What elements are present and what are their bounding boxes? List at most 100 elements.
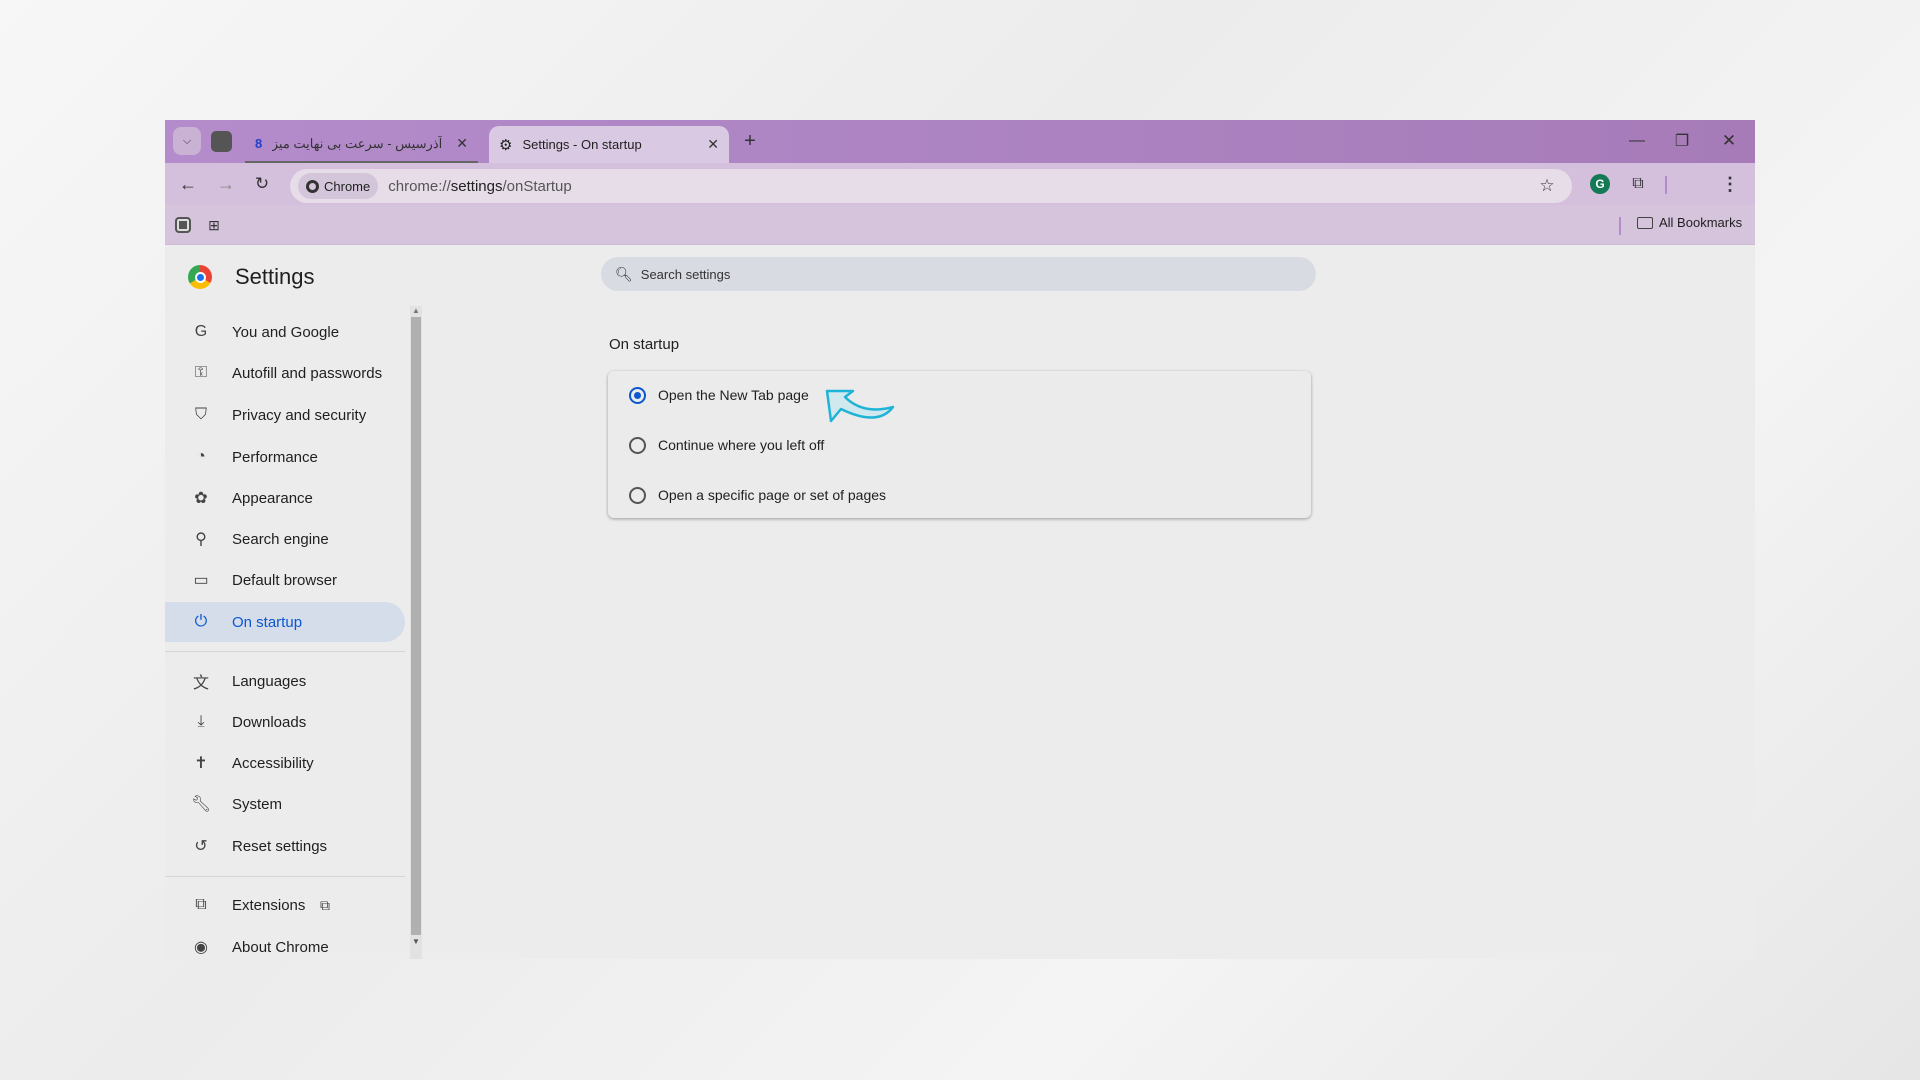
tab-group-icon[interactable] [211,131,232,152]
sidebar-item-about-chrome[interactable]: ◉ About Chrome [165,927,405,959]
address-bar[interactable]: Chrome chrome://settings/onStartup ☆ [290,169,1572,203]
wrench-icon: 🔧︎ [190,796,212,813]
sidebar-item-on-startup[interactable]: ⏻ On startup [165,602,405,642]
sidebar-item-languages[interactable]: 文 Languages [165,661,405,701]
option-label: Continue where you left off [658,437,825,453]
speedometer-icon: ◔ [196,448,206,465]
startup-options-card: Open the New Tab page Continue where you … [608,371,1311,518]
sidebar-item-label: Appearance [232,489,313,507]
close-window-button[interactable]: ✕ [1717,126,1741,156]
key-icon: ⚿ [194,364,208,381]
site-favicon-icon: 8 [255,136,263,151]
external-link-icon: ⧉ [320,896,330,913]
reload-button[interactable]: ↻ [251,171,273,197]
sidebar-item-label: Reset settings [232,837,328,855]
gear-icon: ⚙ [499,136,513,154]
sidebar-item-performance[interactable]: ◔ Performance [165,437,405,477]
chrome-icon [306,179,319,193]
site-chip[interactable]: Chrome [298,173,379,199]
sidebar-item-accessibility[interactable]: ✝ Accessibility [165,743,405,783]
sidebar-item-autofill-and-passwords[interactable]: ⚿ Autofill and passwords [165,353,405,393]
sidebar-divider [165,876,405,877]
search-icon: 🔍︎ [615,265,633,282]
close-tab-icon[interactable]: ✕ [707,136,719,153]
url-host: settings [450,177,503,195]
back-button[interactable]: ← [177,171,199,197]
chrome-icon: ◉ [194,939,208,956]
sidebar-item-label: Accessibility [232,754,314,772]
new-tab-button[interactable]: + [739,128,761,154]
scroll-up-arrow[interactable]: ▲ [410,306,422,315]
url-path: /onStartup [502,177,572,195]
minimize-button[interactable]: — [1625,126,1649,156]
sidebar-item-label: Autofill and passwords [232,364,383,382]
sidebar-scrollbar[interactable]: ▲ ▼ [410,306,422,959]
sidebar-item-label: About Chrome [232,938,329,956]
tab-title: Settings - On startup [522,137,642,152]
sidebar-item-you-and-google[interactable]: G You and Google [165,312,405,352]
browser-window: ⌵ 8 آذرسیس - سرعت بی نهایت میزبان ✕ ⚙ Se… [165,120,1755,959]
extensions-puzzle-icon[interactable]: ⧉ [1627,172,1649,196]
sidebar-item-system[interactable]: 🔧︎ System [165,784,405,824]
sidebar-item-appearance[interactable]: ✿ Appearance [165,478,405,518]
sidebar-item-extensions[interactable]: ⧉ Extensions ⧉ [165,885,405,925]
toolbar-separator [1665,176,1667,194]
puzzle-icon: ⧉ [195,896,207,913]
menu-icon[interactable]: ⋮ [1720,171,1740,197]
power-icon: ⏻ [194,613,208,630]
search-placeholder: Search settings [640,266,731,282]
tab-settings[interactable]: ⚙ Settings - On startup ✕ [489,126,729,163]
chrome-logo-icon [188,265,212,289]
toolbar: ← → ↻ Chrome chrome://settings/onStartup… [165,163,1755,205]
tab-strip: ⌵ 8 آذرسیس - سرعت بی نهایت میزبان ✕ ⚙ Se… [165,120,1755,163]
sidebar-item-search-engine[interactable]: ⚲ Search engine [165,519,405,559]
sidebar-item-label: On startup [232,613,303,631]
scroll-down-arrow[interactable]: ▼ [410,937,422,946]
sidebar-item-reset-settings[interactable]: ↺ Reset settings [165,826,405,866]
sidebar-item-label: Search engine [232,530,329,548]
apps-grid-icon[interactable]: ⊞ [205,215,223,235]
folder-icon [1637,216,1653,229]
tab-azarsys[interactable]: 8 آذرسیس - سرعت بی نهایت میزبان ✕ [245,126,478,163]
all-bookmarks-button[interactable]: All Bookmarks [1637,215,1742,230]
translate-icon: 文 [192,675,209,692]
sidebar-item-downloads[interactable]: ⤓ Downloads [165,702,405,742]
radio-button[interactable] [629,436,646,454]
startup-option[interactable]: Open a specific page or set of pages [608,475,1311,515]
startup-option[interactable]: Continue where you left off [608,425,1311,465]
bookmark-star-icon[interactable]: ☆ [1536,175,1558,197]
grammarly-extension-icon[interactable]: G [1590,174,1610,194]
url-text[interactable]: chrome://settings/onStartup [388,178,571,195]
sidebar-divider [165,651,405,652]
sidebar-item-label: System [232,795,283,813]
radio-button[interactable] [629,386,646,404]
download-icon: ⤓ [197,713,205,730]
forward-button[interactable]: → [215,171,237,197]
page-title: Settings [235,264,315,289]
sidebar-toggle-icon[interactable] [175,217,191,233]
tab-search-button[interactable]: ⌵ [173,127,201,155]
sidebar-item-label: Extensions [232,896,306,914]
startup-option[interactable]: Open the New Tab page [608,375,1311,415]
pointer-arrow-annotation [825,389,895,423]
sidebar-item-privacy-and-security[interactable]: ⛉ Privacy and security [165,395,405,435]
google-g-icon: G [194,323,208,340]
all-bookmarks-label: All Bookmarks [1659,215,1743,230]
bookmarks-bar: ⊞ All Bookmarks [165,205,1755,245]
sidebar-item-label: Performance [232,448,318,466]
chip-label: Chrome [324,178,371,194]
sidebar-item-default-browser[interactable]: ▭ Default browser [165,560,405,600]
tab-title: آذرسیس - سرعت بی نهایت میزبان [272,135,443,151]
sidebar-item-label: Languages [232,672,307,690]
radio-button[interactable] [629,486,646,504]
reset-icon: ↺ [194,838,208,855]
sidebar-item-label: You and Google [232,323,340,341]
scrollbar-thumb[interactable] [411,317,421,935]
accessibility-icon: ✝ [194,755,208,772]
url-prefix: chrome:// [388,177,451,195]
restore-button[interactable]: ❐ [1670,126,1694,156]
close-tab-icon[interactable]: ✕ [456,135,468,152]
section-title: On startup [609,336,680,353]
settings-search-input[interactable]: 🔍︎ Search settings [601,257,1316,291]
sidebar-item-label: Downloads [232,713,307,731]
